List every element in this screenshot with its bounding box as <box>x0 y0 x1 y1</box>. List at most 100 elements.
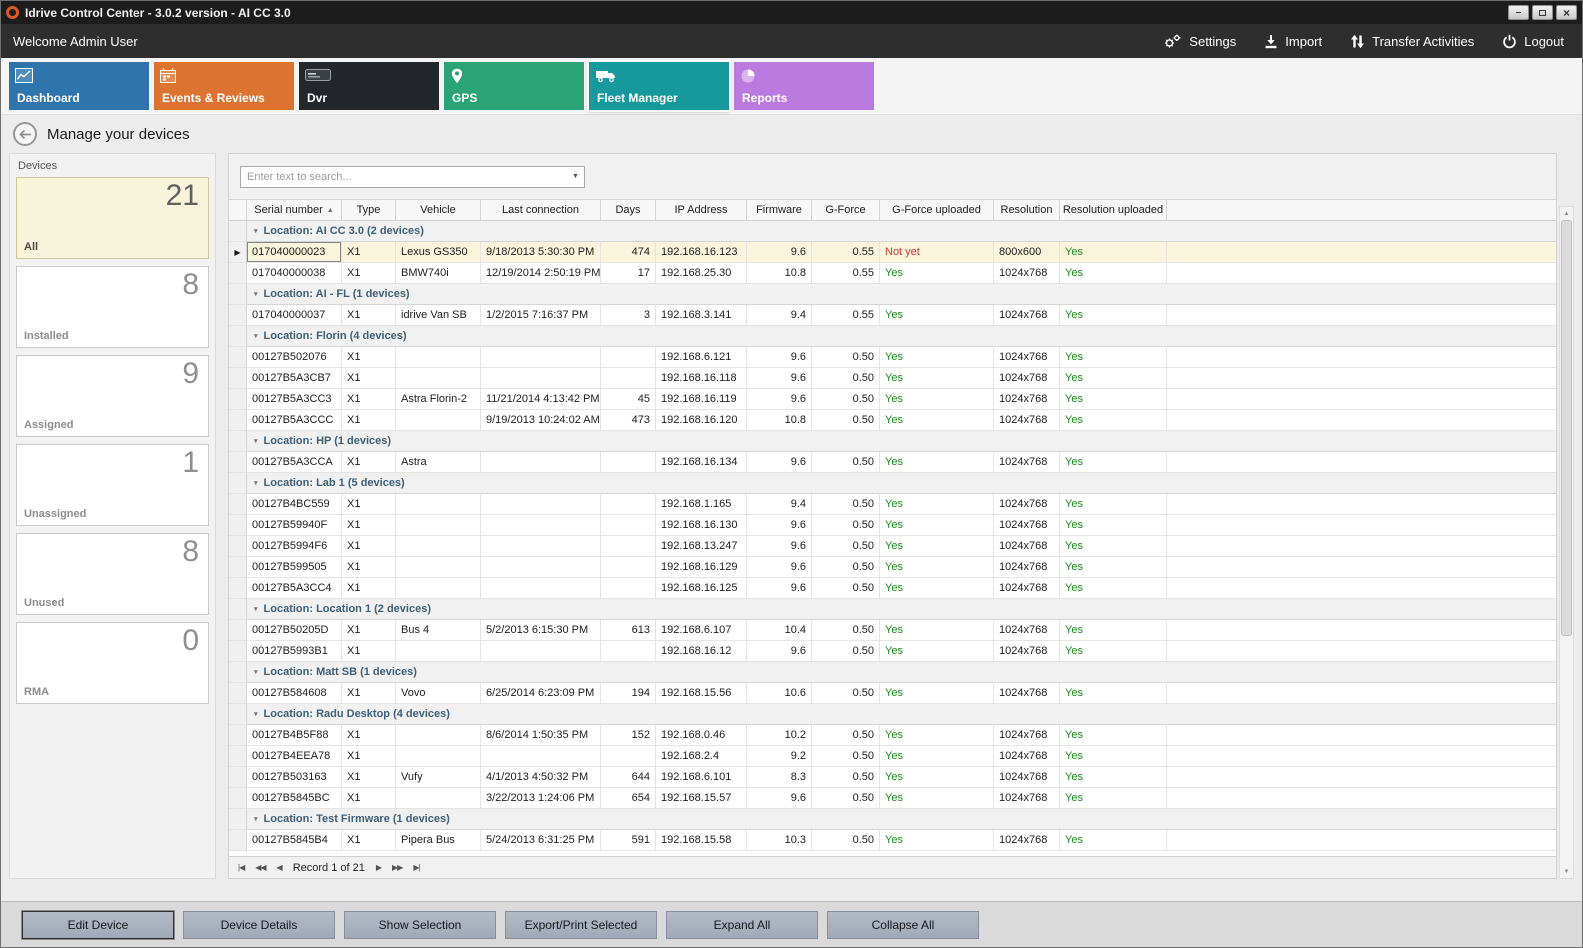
group-row[interactable]: ▾Location: Lab 1 (5 devices) <box>229 473 1556 494</box>
cell-gforce[interactable]: 0.50 <box>812 746 880 767</box>
cell-last_connection[interactable]: 9/19/2013 10:24:02 AM <box>481 410 601 431</box>
vertical-scrollbar[interactable]: ▲ ▼ <box>1559 206 1574 879</box>
export-print-selected-button[interactable]: Export/Print Selected <box>505 911 657 939</box>
cell-last_connection[interactable] <box>481 536 601 557</box>
cell-serial[interactable]: 00127B5845B4 <box>247 830 342 851</box>
device-filter-card-installed[interactable]: 8 Installed <box>16 266 209 348</box>
cell-gforce_uploaded[interactable]: Yes <box>880 347 994 368</box>
table-row[interactable]: 00127B599505X1192.168.16.1299.60.50Yes10… <box>229 557 1556 578</box>
cell-gforce[interactable]: 0.50 <box>812 788 880 809</box>
cell-firmware[interactable]: 9.6 <box>747 347 812 368</box>
cell-ip[interactable]: 192.168.6.101 <box>656 767 747 788</box>
cell-type[interactable]: X1 <box>342 746 396 767</box>
tab-fleet-manager[interactable]: Fleet Manager <box>589 62 729 110</box>
cell-days[interactable] <box>601 746 656 767</box>
cell-firmware[interactable]: 9.6 <box>747 242 812 263</box>
cell-resolution_uploaded[interactable]: Yes <box>1060 578 1167 599</box>
cell-vehicle[interactable]: idrive Van SB <box>396 305 481 326</box>
cell-type[interactable]: X1 <box>342 620 396 641</box>
cell-resolution_uploaded[interactable]: Yes <box>1060 641 1167 662</box>
cell-resolution_uploaded[interactable]: Yes <box>1060 515 1167 536</box>
cell-gforce_uploaded[interactable]: Yes <box>880 725 994 746</box>
group-row[interactable]: ▾Location: Matt SB (1 devices) <box>229 662 1556 683</box>
group-collapse-icon[interactable]: ▾ <box>254 437 258 445</box>
cell-firmware[interactable]: 9.4 <box>747 494 812 515</box>
cell-vehicle[interactable] <box>396 368 481 389</box>
group-collapse-icon[interactable]: ▾ <box>254 710 258 718</box>
cell-ip[interactable]: 192.168.15.58 <box>656 830 747 851</box>
table-row[interactable]: 00127B5A3CB7X1192.168.16.1189.60.50Yes10… <box>229 368 1556 389</box>
cell-days[interactable] <box>601 368 656 389</box>
cell-last_connection[interactable]: 5/2/2013 6:15:30 PM <box>481 620 601 641</box>
cell-last_connection[interactable]: 3/22/2013 1:24:06 PM <box>481 788 601 809</box>
cell-last_connection[interactable]: 5/24/2013 6:31:25 PM <box>481 830 601 851</box>
cell-last_connection[interactable] <box>481 578 601 599</box>
cell-type[interactable]: X1 <box>342 683 396 704</box>
cell-resolution_uploaded[interactable]: Yes <box>1060 557 1167 578</box>
cell-serial[interactable]: 00127B50205D <box>247 620 342 641</box>
row-indicator-cell[interactable] <box>229 536 247 557</box>
cell-days[interactable] <box>601 536 656 557</box>
cell-ip[interactable]: 192.168.16.125 <box>656 578 747 599</box>
cell-resolution_uploaded[interactable]: Yes <box>1060 410 1167 431</box>
tab-reports[interactable]: Reports <box>734 62 874 110</box>
cell-gforce[interactable]: 0.50 <box>812 641 880 662</box>
cell-last_connection[interactable] <box>481 494 601 515</box>
column-header-firmware[interactable]: Firmware <box>747 200 812 220</box>
column-header-vehicle[interactable]: Vehicle <box>396 200 481 220</box>
cell-gforce[interactable]: 0.50 <box>812 368 880 389</box>
cell-firmware[interactable]: 8.3 <box>747 767 812 788</box>
group-collapse-icon[interactable]: ▾ <box>254 668 258 676</box>
cell-resolution[interactable]: 1024x768 <box>994 515 1060 536</box>
cell-resolution[interactable]: 1024x768 <box>994 452 1060 473</box>
cell-ip[interactable]: 192.168.16.120 <box>656 410 747 431</box>
cell-days[interactable]: 194 <box>601 683 656 704</box>
group-row[interactable]: ▾Location: AI CC 3.0 (2 devices) <box>229 221 1556 242</box>
collapse-all-button[interactable]: Collapse All <box>827 911 979 939</box>
cell-last_connection[interactable]: 9/18/2013 5:30:30 PM <box>481 242 601 263</box>
cell-vehicle[interactable]: Lexus GS350 <box>396 242 481 263</box>
cell-last_connection[interactable] <box>481 641 601 662</box>
cell-gforce_uploaded[interactable]: Yes <box>880 557 994 578</box>
device-filter-card-unassigned[interactable]: 1 Unassigned <box>16 444 209 526</box>
cell-vehicle[interactable]: Vufy <box>396 767 481 788</box>
cell-days[interactable]: 152 <box>601 725 656 746</box>
column-header-gforce[interactable]: G-Force <box>812 200 880 220</box>
cell-last_connection[interactable] <box>481 557 601 578</box>
cell-vehicle[interactable] <box>396 515 481 536</box>
cell-last_connection[interactable] <box>481 368 601 389</box>
row-indicator-cell[interactable] <box>229 473 247 494</box>
row-indicator-cell[interactable] <box>229 494 247 515</box>
cell-resolution[interactable]: 1024x768 <box>994 368 1060 389</box>
cell-days[interactable]: 613 <box>601 620 656 641</box>
cell-last_connection[interactable]: 11/21/2014 4:13:42 PM <box>481 389 601 410</box>
cell-resolution_uploaded[interactable]: Yes <box>1060 368 1167 389</box>
column-header-type[interactable]: Type <box>342 200 396 220</box>
cell-ip[interactable]: 192.168.2.4 <box>656 746 747 767</box>
cell-ip[interactable]: 192.168.16.12 <box>656 641 747 662</box>
cell-ip[interactable]: 192.168.16.134 <box>656 452 747 473</box>
tab-dvr[interactable]: Dvr <box>299 62 439 110</box>
cell-firmware[interactable]: 10.8 <box>747 410 812 431</box>
row-indicator-cell[interactable] <box>229 368 247 389</box>
cell-ip[interactable]: 192.168.3.141 <box>656 305 747 326</box>
cell-gforce[interactable]: 0.55 <box>812 263 880 284</box>
row-indicator-cell[interactable] <box>229 515 247 536</box>
group-collapse-icon[interactable]: ▾ <box>254 290 258 298</box>
device-details-button[interactable]: Device Details <box>183 911 335 939</box>
cell-last_connection[interactable]: 4/1/2013 4:50:32 PM <box>481 767 601 788</box>
cell-gforce_uploaded[interactable]: Not yet <box>880 242 994 263</box>
row-indicator-cell[interactable] <box>229 263 247 284</box>
cell-days[interactable]: 591 <box>601 830 656 851</box>
cell-gforce[interactable]: 0.50 <box>812 536 880 557</box>
cell-resolution_uploaded[interactable]: Yes <box>1060 263 1167 284</box>
cell-gforce_uploaded[interactable]: Yes <box>880 494 994 515</box>
cell-resolution[interactable]: 1024x768 <box>994 557 1060 578</box>
cell-gforce_uploaded[interactable]: Yes <box>880 830 994 851</box>
cell-type[interactable]: X1 <box>342 536 396 557</box>
cell-days[interactable] <box>601 347 656 368</box>
cell-resolution[interactable]: 1024x768 <box>994 683 1060 704</box>
cell-serial[interactable]: 017040000038 <box>247 263 342 284</box>
cell-ip[interactable]: 192.168.25.30 <box>656 263 747 284</box>
group-collapse-icon[interactable]: ▾ <box>254 605 258 613</box>
